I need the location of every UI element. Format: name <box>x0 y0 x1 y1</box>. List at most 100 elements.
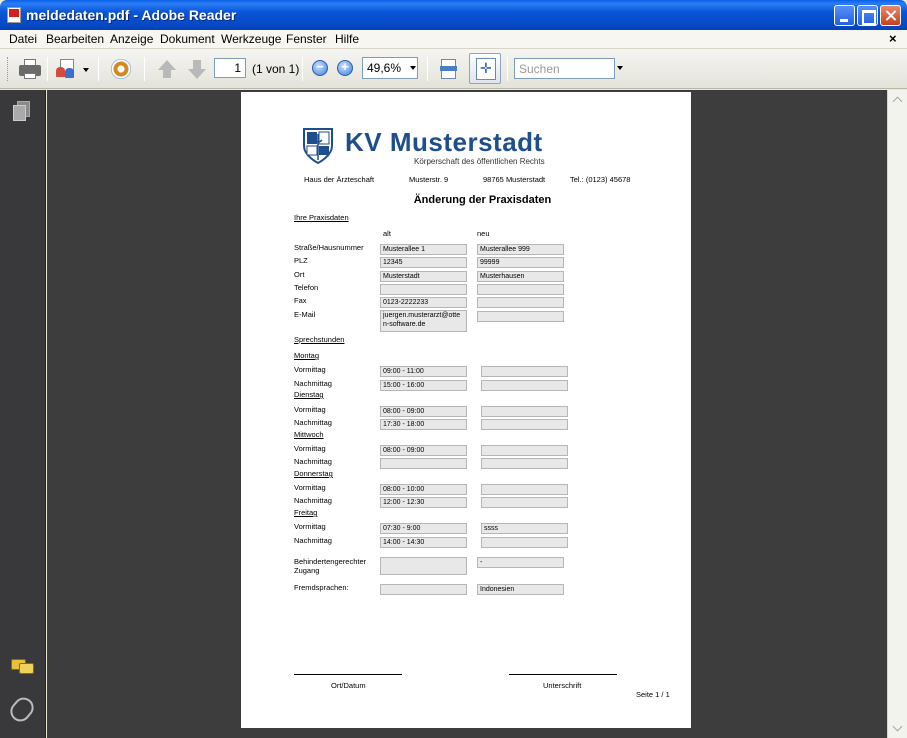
day-thursday-label: Donnerstag <box>294 469 333 478</box>
pages-panel-icon[interactable] <box>13 101 31 123</box>
wednesday-pm-label: Nachmittag <box>294 457 332 466</box>
collaborate-dropdown-icon[interactable] <box>83 68 89 72</box>
pdf-page: KV Musterstadt Körperschaft des öffentli… <box>241 92 691 728</box>
menu-fenster[interactable]: Fenster <box>286 32 327 46</box>
page-footer: Seite 1 / 1 <box>636 690 670 699</box>
comments-icon[interactable] <box>11 657 36 677</box>
city-old-field[interactable]: Musterstadt <box>380 271 467 282</box>
pdf-app-icon <box>7 7 21 23</box>
phone-new-field[interactable] <box>477 284 564 295</box>
languages-old-field[interactable] <box>380 584 467 595</box>
menu-werkzeuge[interactable]: Werkzeuge <box>221 32 281 46</box>
coat-of-arms-logo <box>303 128 333 164</box>
accessible-old-field[interactable] <box>380 557 467 575</box>
wednesday-am-new-field[interactable] <box>481 445 568 456</box>
languages-label: Fremdsprachen: <box>294 583 349 592</box>
tuesday-pm-label: Nachmittag <box>294 418 332 427</box>
wednesday-pm-old-field[interactable] <box>380 458 467 469</box>
signature-caption: Unterschrift <box>543 681 582 690</box>
street-new-field[interactable]: Musterallee 999 <box>477 244 564 255</box>
monday-am-old-field[interactable]: 09:00 - 11:00 <box>380 366 467 377</box>
toolbar-grip[interactable] <box>7 57 10 81</box>
zoom-in-icon[interactable]: + <box>337 59 353 76</box>
print-icon[interactable] <box>19 58 41 80</box>
languages-new-field[interactable]: Indonesien <box>477 584 564 595</box>
close-button[interactable] <box>880 5 901 26</box>
friday-pm-old-field[interactable]: 14:00 - 14:30 <box>380 537 467 548</box>
thursday-pm-label: Nachmittag <box>294 496 332 505</box>
thursday-pm-old-field[interactable]: 12:00 - 12:30 <box>380 497 467 508</box>
next-page-icon[interactable] <box>186 58 208 80</box>
phone-old-field[interactable] <box>380 284 467 295</box>
monday-am-new-field[interactable] <box>481 366 568 377</box>
zoom-level-value: 49,6% <box>367 61 402 75</box>
minimize-button[interactable] <box>834 5 855 26</box>
zip-label: PLZ <box>294 256 308 265</box>
toolbar-separator <box>98 57 99 81</box>
accessible-new-field[interactable]: - <box>477 557 564 568</box>
thursday-am-old-field[interactable]: 08:00 - 10:00 <box>380 484 467 495</box>
city-label: Ort <box>294 270 305 279</box>
monday-am-label: Vormittag <box>294 365 326 374</box>
fit-width-icon <box>476 58 496 80</box>
zip-new-field[interactable]: 99999 <box>477 257 564 268</box>
tuesday-am-new-field[interactable] <box>481 406 568 417</box>
fit-width-button[interactable] <box>469 53 501 84</box>
wednesday-am-old-field[interactable]: 08:00 - 09:00 <box>380 445 467 456</box>
tuesday-pm-old-field[interactable]: 17:30 - 18:00 <box>380 419 467 430</box>
tuesday-am-label: Vormittag <box>294 405 326 414</box>
column-old-label: alt <box>383 229 391 238</box>
wednesday-pm-new-field[interactable] <box>481 458 568 469</box>
street-old-field[interactable]: Musterallee 1 <box>380 244 467 255</box>
zip-old-field[interactable]: 12345 <box>380 257 467 268</box>
menu-bearbeiten[interactable]: Bearbeiten <box>46 32 104 46</box>
city-new-field[interactable]: Musterhausen <box>477 271 564 282</box>
tuesday-pm-new-field[interactable] <box>481 419 568 430</box>
page-number-input[interactable]: 1 <box>214 58 246 78</box>
monday-pm-new-field[interactable] <box>481 380 568 391</box>
menu-datei[interactable]: Datei <box>9 32 37 46</box>
fax-old-field[interactable]: 0123-2222233 <box>380 297 467 308</box>
accessible-label-2: Zugang <box>294 566 320 575</box>
day-tuesday-label: Dienstag <box>294 390 324 399</box>
thursday-am-new-field[interactable] <box>481 484 568 495</box>
collaborate-icon[interactable] <box>56 58 78 80</box>
friday-am-old-field[interactable]: 07:30 - 9:00 <box>380 523 467 534</box>
fax-label: Fax <box>294 296 307 305</box>
form-title: Änderung der Praxisdaten <box>413 194 552 206</box>
toolbar <box>0 49 907 89</box>
vertical-scrollbar[interactable] <box>887 90 907 738</box>
menu-dokument[interactable]: Dokument <box>160 32 215 46</box>
fit-page-icon[interactable] <box>437 58 459 80</box>
day-monday-label: Montag <box>294 351 320 360</box>
section-practice-heading: Ihre Praxisdaten <box>294 213 349 222</box>
scroll-down-icon[interactable] <box>890 721 905 736</box>
settings-gear-icon[interactable] <box>109 58 131 80</box>
previous-page-icon[interactable] <box>156 58 178 80</box>
title-bar: meldedaten.pdf - Adobe Reader <box>0 0 907 30</box>
friday-pm-new-field[interactable] <box>481 537 568 548</box>
organization-subtitle: Körperschaft des öffentlichen Rechts <box>414 157 545 166</box>
menu-bar: Datei Bearbeiten Anzeige Dokument Werkze… <box>0 30 907 49</box>
maximize-button[interactable] <box>857 5 878 26</box>
tuesday-am-old-field[interactable]: 08:00 - 09:00 <box>380 406 467 417</box>
menu-anzeige[interactable]: Anzeige <box>110 32 153 46</box>
thursday-pm-new-field[interactable] <box>481 497 568 508</box>
monday-pm-old-field[interactable]: 15:00 - 16:00 <box>380 380 467 391</box>
menu-hilfe[interactable]: Hilfe <box>335 32 359 46</box>
zoom-level-select[interactable]: 49,6% <box>362 57 418 79</box>
email-new-field[interactable] <box>477 311 564 322</box>
email-old-field[interactable]: juergen.musterarzt@otten-software.de <box>380 310 467 332</box>
scroll-up-icon[interactable] <box>890 92 905 107</box>
accessible-label-1: Behindertengerechter <box>294 557 367 566</box>
zoom-out-icon[interactable]: − <box>312 59 328 76</box>
friday-am-new-field[interactable]: ssss <box>481 523 568 534</box>
search-input[interactable]: Suchen <box>514 58 615 79</box>
address-line-2: Musterstr. 9 <box>409 175 449 184</box>
zoom-dropdown-icon[interactable] <box>410 66 416 70</box>
toolbar-separator <box>144 57 145 81</box>
document-close-icon[interactable]: × <box>889 31 897 46</box>
search-dropdown-icon[interactable] <box>617 66 623 70</box>
fax-new-field[interactable] <box>477 297 564 308</box>
organization-title: KV Musterstadt <box>345 127 543 157</box>
